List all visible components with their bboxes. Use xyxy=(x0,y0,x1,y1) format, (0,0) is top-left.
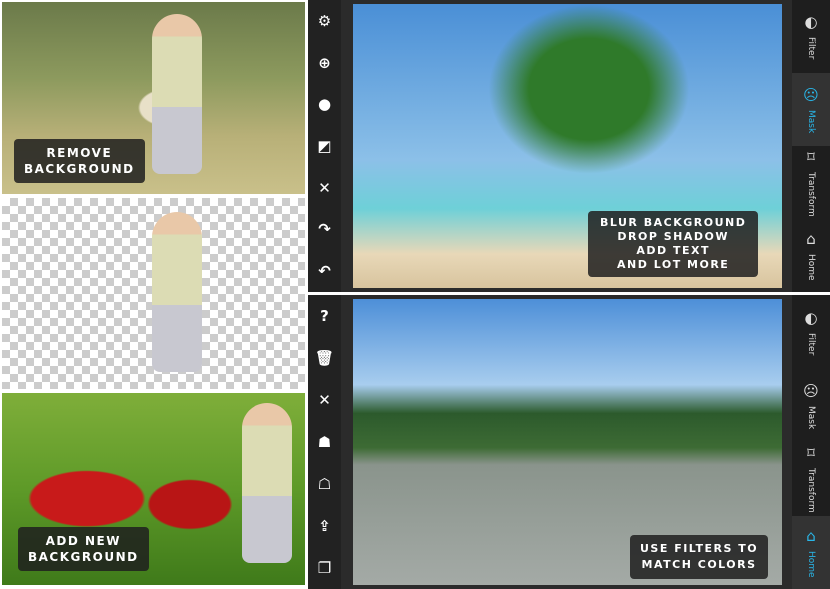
caption-line: ADD TEXT xyxy=(636,244,710,257)
tab-transform[interactable]: ⌑ Transform xyxy=(792,146,830,219)
filter-icon: ◐ xyxy=(804,308,818,327)
tab-label: Filter xyxy=(806,37,816,60)
layers-icon[interactable]: ❐ xyxy=(318,559,331,577)
tool-bar: ? 🗑 ✕ ☗ ☖ ⇪ ❐ xyxy=(308,295,341,589)
zoom-in-icon[interactable]: ⊕ xyxy=(318,54,331,72)
tab-mask[interactable]: ☹ Mask xyxy=(792,369,830,443)
canvas-elephant-hand[interactable]: BLUR BACKGROUND DROP SHADOW ADD TEXT AND… xyxy=(353,4,782,288)
side-tabs: ◐ Filter ☹ Mask ⌑ Transform ⌂ Home xyxy=(792,0,830,292)
redo-icon[interactable]: ↷ xyxy=(318,220,331,238)
tool-bar: ⚙ ⊕ ● ◩ ✕ ↷ ↶ xyxy=(308,0,341,292)
transform-icon: ⌑ xyxy=(807,444,815,463)
tab-filter[interactable]: ◐ Filter xyxy=(792,0,830,73)
girl-cutout xyxy=(152,212,202,372)
home-icon: ⌂ xyxy=(806,230,816,249)
tab-mask[interactable]: ☹ Mask xyxy=(792,73,830,146)
mask-icon: ☹ xyxy=(803,381,819,400)
home-icon: ⌂ xyxy=(806,526,816,545)
settings-gears-icon[interactable]: ⚙ xyxy=(318,12,331,30)
girl-photo xyxy=(242,403,292,563)
girl-photo xyxy=(152,14,202,174)
side-tabs: ◐ Filter ☹ Mask ⌑ Transform ⌂ Home xyxy=(792,295,830,589)
editor-home-screen: ? 🗑 ✕ ☗ ☖ ⇪ ❐ USE FILTERS TO MATCH COLORS ◐ Fil… xyxy=(308,295,830,589)
caption-line: BACKGROUND xyxy=(24,162,135,176)
undo-icon[interactable]: ↶ xyxy=(318,262,331,280)
trash-icon[interactable]: 🗑 xyxy=(315,349,334,367)
caption-line: MATCH COLORS xyxy=(641,558,757,571)
filter-icon: ◐ xyxy=(804,13,818,32)
tab-label: Transform xyxy=(806,172,816,217)
tools-icon[interactable]: ✕ xyxy=(318,391,331,409)
tab-transform[interactable]: ⌑ Transform xyxy=(792,442,830,516)
transparent-background-preview xyxy=(2,198,305,389)
tab-home[interactable]: ⌂ Home xyxy=(792,219,830,292)
caption-line: REMOVE xyxy=(46,146,113,160)
tab-label: Transform xyxy=(806,468,816,514)
caption-line: BLUR BACKGROUND xyxy=(600,216,747,229)
mask-icon: ☹ xyxy=(803,85,819,104)
add-background-preview: ADD NEW BACKGROUND xyxy=(2,393,305,585)
caption-line: ADD NEW xyxy=(45,534,121,548)
tab-label: Mask xyxy=(806,109,816,134)
caption-line: DROP SHADOW xyxy=(617,230,729,243)
editor-mask-screen: ⚙ ⊕ ● ◩ ✕ ↷ ↶ BLUR BACKGROUND DROP SHADOW ADD … xyxy=(308,0,830,292)
remove-background-preview: REMOVE BACKGROUND xyxy=(2,2,305,194)
caption-line: AND LOT MORE xyxy=(617,258,730,271)
add-background-caption: ADD NEW BACKGROUND xyxy=(18,527,149,571)
tab-home[interactable]: ⌂ Home xyxy=(792,515,830,589)
invert-icon[interactable]: ◩ xyxy=(317,137,331,155)
tab-label: Mask xyxy=(806,405,816,429)
canvas-swimmer-road[interactable]: USE FILTERS TO MATCH COLORS xyxy=(353,299,782,585)
tab-label: Home xyxy=(806,550,816,578)
help-icon[interactable]: ? xyxy=(320,307,329,325)
tab-label: Filter xyxy=(806,332,816,355)
filter-caption: USE FILTERS TO MATCH COLORS xyxy=(630,535,769,579)
feature-caption: BLUR BACKGROUND DROP SHADOW ADD TEXT AND… xyxy=(588,211,759,277)
share-icon[interactable]: ⇪ xyxy=(318,517,331,535)
mask-down-icon[interactable]: ☖ xyxy=(318,475,331,493)
caption-line: USE FILTERS TO xyxy=(640,542,759,555)
mask-up-icon[interactable]: ☗ xyxy=(318,433,331,451)
close-icon[interactable]: ✕ xyxy=(318,179,331,197)
remove-background-caption: REMOVE BACKGROUND xyxy=(14,139,145,183)
caption-line: BACKGROUND xyxy=(28,550,139,564)
tab-label: Home xyxy=(806,254,816,281)
tab-filter[interactable]: ◐ Filter xyxy=(792,295,830,369)
brush-circle-icon[interactable]: ● xyxy=(318,95,331,113)
transform-icon: ⌑ xyxy=(807,148,815,167)
